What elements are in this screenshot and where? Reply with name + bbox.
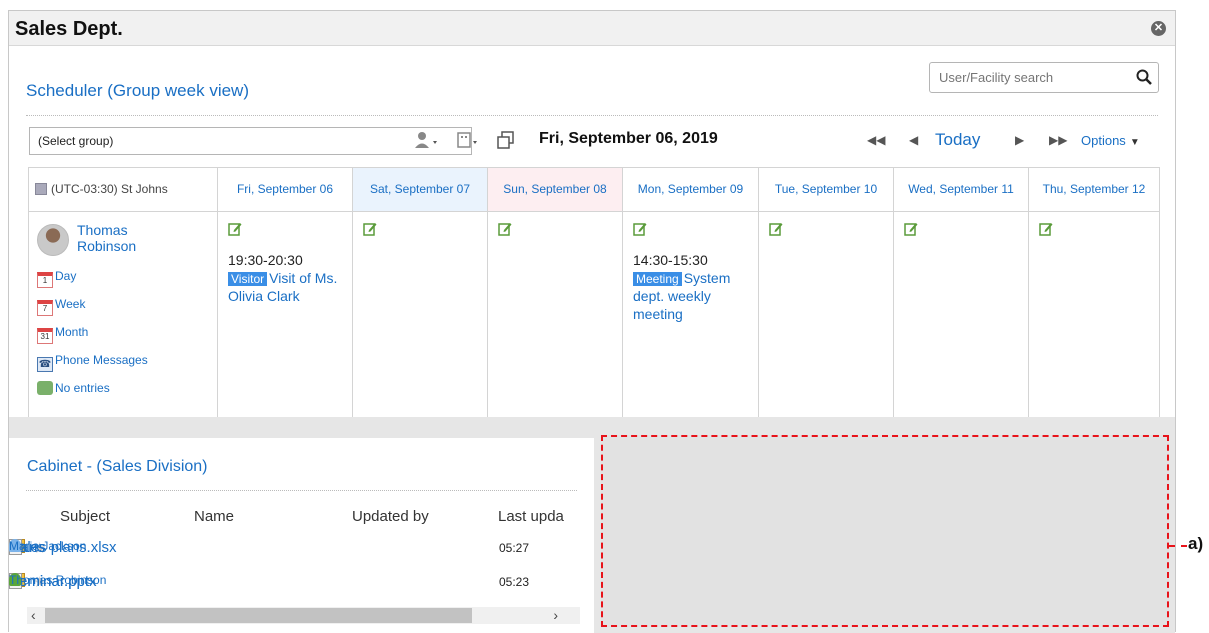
month-label: Month bbox=[55, 325, 89, 339]
timezone-header: (UTC-03:30) St Johns bbox=[28, 167, 218, 212]
presence-link[interactable]: No entries bbox=[37, 380, 209, 396]
day-view-link[interactable]: 1 Day bbox=[37, 268, 209, 288]
column-header-name: Name bbox=[194, 508, 235, 525]
popup-window-icon[interactable] bbox=[497, 131, 515, 151]
user-info: Thomas Robinson bbox=[37, 222, 209, 262]
previous-week-button[interactable]: ◀◀ bbox=[867, 133, 885, 147]
week-view-link[interactable]: 7 Week bbox=[37, 296, 209, 316]
add-event-icon[interactable] bbox=[363, 222, 377, 236]
next-day-button[interactable]: ▶ bbox=[1015, 133, 1024, 147]
facility-select-icon[interactable] bbox=[457, 131, 481, 151]
building-icon bbox=[35, 183, 47, 195]
user-label: Maria Jackson bbox=[9, 539, 87, 553]
day-header[interactable]: Sun, September 08 bbox=[487, 167, 623, 212]
calendar-day-icon: 1 bbox=[37, 272, 53, 288]
add-event-icon[interactable] bbox=[1039, 222, 1053, 236]
annotation-leader-line bbox=[1169, 545, 1187, 547]
divider bbox=[26, 490, 577, 491]
group-week-table: (UTC-03:30) St Johns Fri, September 06 S… bbox=[28, 167, 1160, 423]
options-menu[interactable]: Options ▼ bbox=[1081, 133, 1140, 148]
scheduler-toolbar: (Select group) Fri, September 06, 2019 ◀… bbox=[29, 127, 1159, 157]
scroll-left-icon[interactable]: ‹ bbox=[31, 607, 36, 623]
portlet-title: Sales Dept. bbox=[15, 18, 123, 40]
annotation-label: a) bbox=[1188, 534, 1204, 553]
cabinet-title-link[interactable]: Cabinet - (Sales Division) bbox=[27, 458, 208, 476]
presence-icon bbox=[37, 381, 53, 395]
day-cell[interactable] bbox=[758, 211, 894, 423]
add-event-icon[interactable] bbox=[769, 222, 783, 236]
week-label: Week bbox=[55, 297, 86, 311]
event-tag: Meeting bbox=[633, 272, 682, 286]
scroll-right-icon[interactable]: › bbox=[553, 607, 558, 623]
event-time: 14:30-15:30 bbox=[633, 252, 708, 268]
user-facility-search[interactable] bbox=[929, 62, 1159, 93]
column-header-updated-by: Updated by bbox=[352, 508, 429, 525]
options-label: Options bbox=[1081, 133, 1126, 148]
day-cell[interactable] bbox=[487, 211, 623, 423]
day-cell[interactable] bbox=[352, 211, 488, 423]
user-cell: Thomas Robinson 1 Day 7 Week 31 Month ☎ Phon… bbox=[28, 211, 218, 423]
divider bbox=[26, 115, 1158, 116]
day-header[interactable]: Mon, September 09 bbox=[622, 167, 759, 212]
user-select-icon[interactable] bbox=[415, 131, 439, 151]
event-link[interactable]: Meeting System dept. weekly meeting bbox=[633, 270, 730, 322]
event-time: 19:30-20:30 bbox=[228, 252, 303, 268]
next-week-button[interactable]: ▶▶ bbox=[1049, 133, 1067, 147]
user-name-link[interactable]: Thomas Robinson bbox=[77, 222, 167, 254]
calendar-month-icon: 31 bbox=[37, 328, 53, 344]
add-event-icon[interactable] bbox=[633, 222, 647, 236]
today-button[interactable]: Today bbox=[935, 130, 980, 150]
day-header[interactable]: Sat, September 07 bbox=[352, 167, 488, 212]
phone-messages-link[interactable]: ☎ Phone Messages bbox=[37, 352, 209, 372]
avatar[interactable] bbox=[37, 224, 69, 256]
group-select[interactable]: (Select group) bbox=[29, 127, 472, 155]
horizontal-scrollbar[interactable]: ‹ › bbox=[27, 607, 580, 624]
user-label: Thomas Robinson bbox=[9, 573, 107, 587]
chevron-down-icon: ▼ bbox=[1129, 137, 1140, 148]
month-view-link[interactable]: 31 Month bbox=[37, 324, 209, 344]
close-icon[interactable]: ✕ bbox=[1151, 21, 1166, 36]
last-updated: 05:23 bbox=[499, 575, 530, 589]
day-header[interactable]: Tue, September 10 bbox=[758, 167, 894, 212]
calendar-week-icon: 7 bbox=[37, 300, 53, 316]
presence-label: No entries bbox=[55, 381, 110, 395]
phone-label: Phone Messages bbox=[55, 353, 148, 367]
day-label: Day bbox=[55, 269, 77, 283]
column-header-subject: Subject bbox=[60, 508, 111, 525]
add-event-icon[interactable] bbox=[904, 222, 918, 236]
day-header[interactable]: Wed, September 11 bbox=[893, 167, 1029, 212]
day-cell[interactable] bbox=[1028, 211, 1160, 423]
last-updated: 05:27 bbox=[499, 541, 530, 555]
event-link[interactable]: Visitor Visit of Ms. Olivia Clark bbox=[228, 270, 337, 304]
highlighted-empty-area bbox=[601, 435, 1169, 627]
cabinet-portlet: Cabinet - (Sales Division) Subject Name … bbox=[9, 438, 594, 633]
scheduler-title-link[interactable]: Scheduler (Group week view) bbox=[26, 81, 249, 101]
table-header-row: (UTC-03:30) St Johns Fri, September 06 S… bbox=[28, 167, 1160, 212]
add-event-icon[interactable] bbox=[498, 222, 512, 236]
portlet-titlebar: Sales Dept. ✕ bbox=[9, 11, 1175, 46]
day-cell[interactable]: 19:30-20:30 Visitor Visit of Ms. Olivia C… bbox=[217, 211, 353, 423]
add-event-icon[interactable] bbox=[228, 222, 242, 236]
phone-icon: ☎ bbox=[37, 357, 53, 372]
search-input[interactable] bbox=[930, 63, 1125, 92]
timezone-label: (UTC-03:30) St Johns bbox=[51, 182, 168, 196]
day-header[interactable]: Thu, September 12 bbox=[1028, 167, 1160, 212]
day-cell[interactable]: 14:30-15:30 Meeting System dept. weekly m… bbox=[622, 211, 759, 423]
previous-day-button[interactable]: ◀ bbox=[909, 133, 918, 147]
event-tag: Visitor bbox=[228, 272, 268, 286]
search-icon[interactable] bbox=[1135, 68, 1153, 86]
day-header[interactable]: Fri, September 06 bbox=[217, 167, 353, 212]
day-cell[interactable] bbox=[893, 211, 1029, 423]
column-header-last-updated: Last upda bbox=[498, 508, 564, 525]
table-row: Thomas Robinson 1 Day 7 Week 31 Month ☎ Phon… bbox=[28, 211, 1160, 423]
scheduler-portlet: Scheduler (Group week view) (Select grou… bbox=[9, 47, 1175, 423]
scrollbar-thumb[interactable] bbox=[45, 608, 472, 623]
current-date: Fri, September 06, 2019 bbox=[539, 130, 718, 147]
